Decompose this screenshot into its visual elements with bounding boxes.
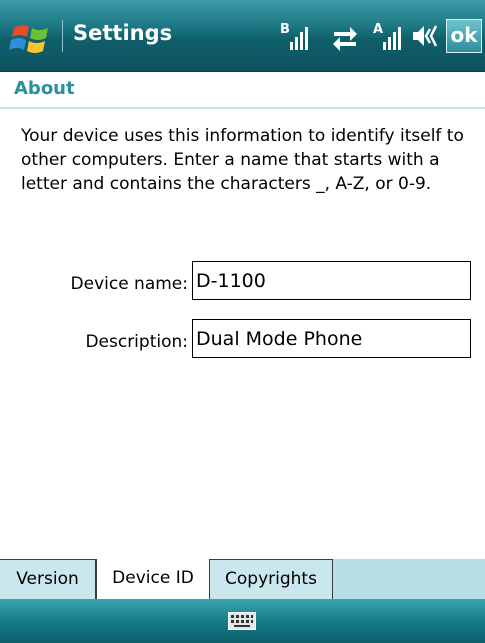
bottom-menu-bar bbox=[0, 599, 485, 643]
data-sync-icon[interactable] bbox=[330, 20, 360, 52]
svg-text:B: B bbox=[280, 22, 290, 37]
keyboard-icon[interactable] bbox=[228, 612, 256, 630]
tab-copyrights[interactable]: Copyrights bbox=[210, 559, 333, 599]
tab-device-id[interactable]: Device ID bbox=[96, 559, 210, 599]
header-divider bbox=[0, 107, 485, 109]
title-separator bbox=[62, 20, 63, 52]
svg-text:A: A bbox=[373, 22, 383, 37]
tab-strip: Version Device ID Copyrights bbox=[0, 559, 485, 599]
device-name-field[interactable]: D-1100 bbox=[192, 261, 471, 300]
description-field[interactable]: Dual Mode Phone bbox=[192, 319, 471, 358]
page-header: About bbox=[0, 72, 485, 108]
title-bar: Settings B A ok bbox=[0, 0, 485, 72]
volume-icon[interactable] bbox=[410, 20, 442, 52]
tab-version[interactable]: Version bbox=[0, 559, 96, 599]
signal-strength-icon[interactable]: A bbox=[371, 20, 407, 52]
ok-button[interactable]: ok bbox=[446, 19, 482, 53]
page-title: About bbox=[14, 78, 75, 99]
app-title: Settings bbox=[73, 21, 173, 45]
windows-flag-icon[interactable] bbox=[8, 18, 54, 58]
bluetooth-signal-icon[interactable]: B bbox=[278, 20, 314, 52]
intro-text: Your device uses this information to ide… bbox=[21, 126, 464, 194]
description-label: Description: bbox=[85, 332, 188, 352]
device-name-label: Device name: bbox=[70, 274, 188, 294]
